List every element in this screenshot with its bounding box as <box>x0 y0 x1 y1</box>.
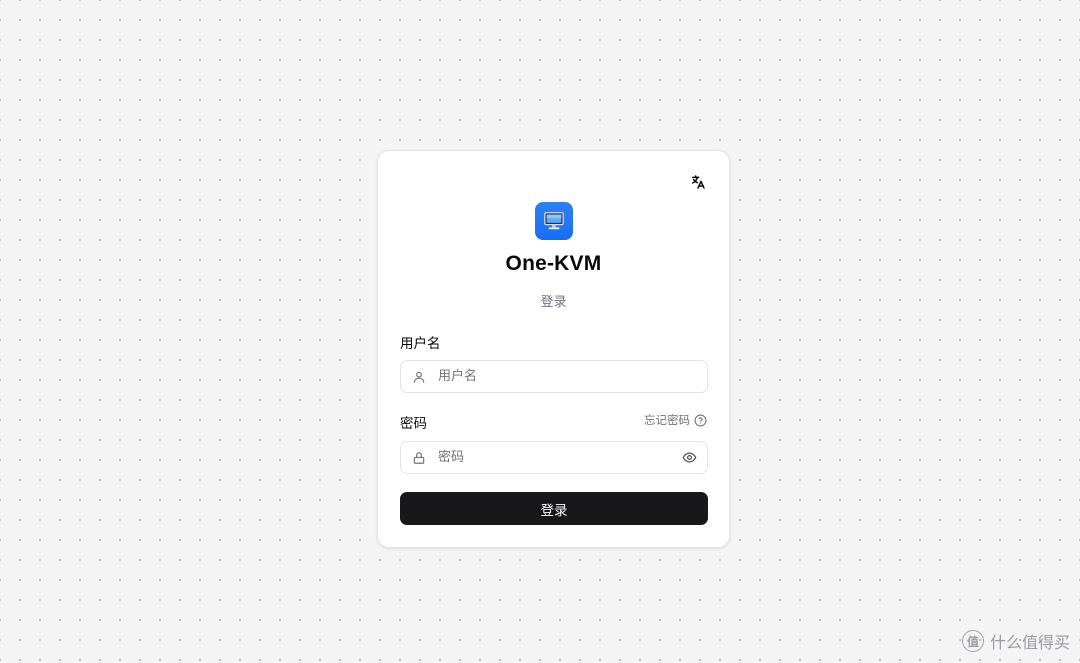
password-field[interactable] <box>400 441 708 474</box>
user-icon <box>412 370 426 384</box>
password-input[interactable] <box>438 442 681 473</box>
watermark-text: 什么值得买 <box>989 633 1070 652</box>
forgot-password-label: 忘记密码 <box>644 413 690 427</box>
language-toggle-button[interactable] <box>689 173 707 191</box>
username-label: 用户名 <box>400 336 441 352</box>
eye-icon <box>682 452 696 463</box>
lock-icon <box>412 451 426 465</box>
username-field[interactable] <box>400 360 708 393</box>
login-card: One-KVM 登录 用户名 密码 忘记密码 <box>377 150 730 548</box>
site-watermark: 值 什么值得买 <box>961 629 1070 653</box>
app-logo <box>535 202 573 240</box>
toggle-password-visibility-button[interactable] <box>681 450 697 466</box>
app-title: One-KVM <box>505 252 602 275</box>
translate-icon <box>691 175 705 189</box>
forgot-password-link[interactable]: 忘记密码 <box>644 412 707 428</box>
watermark-logo-icon: 值 <box>961 630 984 652</box>
username-input[interactable] <box>438 361 707 392</box>
login-submit-button[interactable]: 登录 <box>400 492 708 525</box>
help-circle-icon <box>694 414 707 426</box>
password-label: 密码 <box>400 416 427 432</box>
login-subtitle: 登录 <box>540 295 567 310</box>
monitor-icon <box>544 212 564 230</box>
